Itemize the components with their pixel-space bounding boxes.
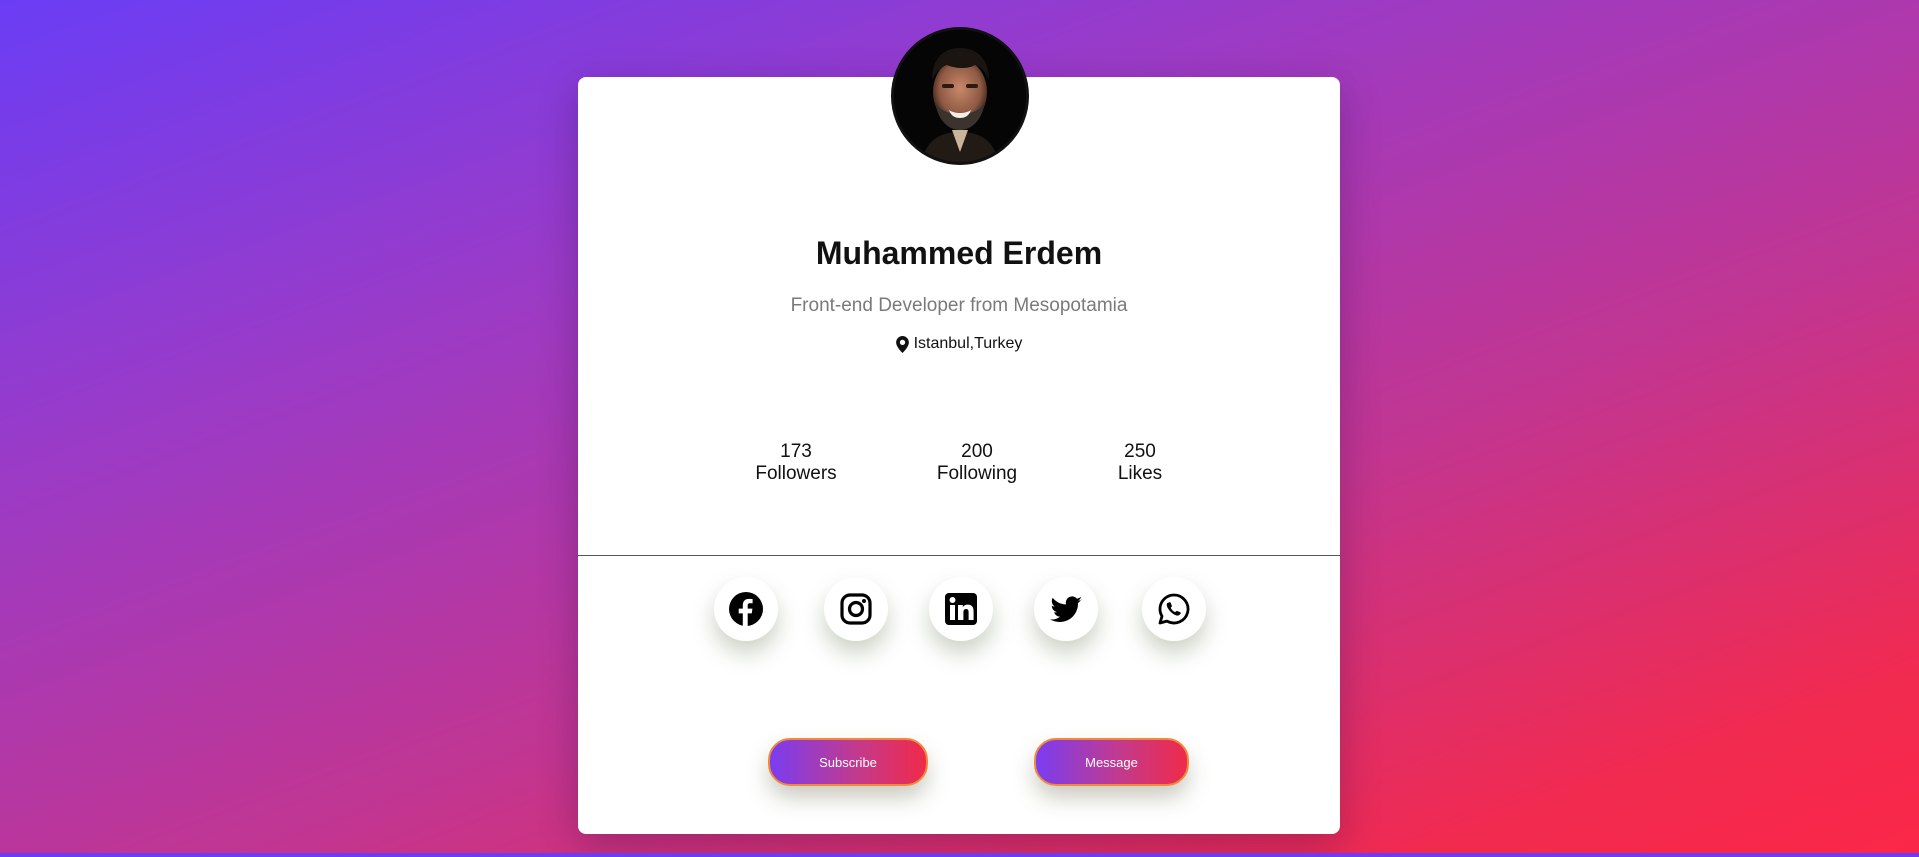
message-button[interactable]: Message xyxy=(1034,738,1189,786)
stat-label: Likes xyxy=(1117,463,1163,484)
profile-location: Istanbul,Turkey xyxy=(578,335,1340,353)
map-pin-icon xyxy=(895,335,909,353)
location-text: Istanbul,Turkey xyxy=(913,335,1023,352)
stat-following: 200 Following xyxy=(907,441,1047,485)
facebook-link[interactable] xyxy=(714,577,778,641)
whatsapp-icon xyxy=(1158,593,1190,625)
profile-tagline: Front-end Developer from Mesopotamia xyxy=(790,295,1128,316)
instagram-link[interactable] xyxy=(824,577,888,641)
stat-value: 200 xyxy=(961,441,993,462)
stat-value: 173 xyxy=(780,441,812,462)
bottom-accent-bar xyxy=(0,853,1919,857)
profile-card: Muhammed Erdem Front-end Developer from … xyxy=(578,77,1340,834)
stat-label: Following xyxy=(936,463,1018,484)
avatar xyxy=(891,27,1029,165)
profile-photo xyxy=(894,30,1026,162)
linkedin-icon xyxy=(945,593,977,625)
stat-value: 250 xyxy=(1124,441,1156,462)
divider xyxy=(578,555,1340,556)
twitter-link[interactable] xyxy=(1034,577,1098,641)
linkedin-link[interactable] xyxy=(929,577,993,641)
stat-label: Followers xyxy=(755,463,837,484)
facebook-icon xyxy=(729,592,763,626)
whatsapp-link[interactable] xyxy=(1142,577,1206,641)
profile-name: Muhammed Erdem xyxy=(815,235,1103,271)
instagram-icon xyxy=(840,593,872,625)
twitter-icon xyxy=(1050,596,1082,623)
subscribe-button[interactable]: Subscribe xyxy=(768,738,928,786)
stat-likes: 250 Likes xyxy=(1070,441,1210,485)
stat-followers: 173 Followers xyxy=(726,441,866,485)
